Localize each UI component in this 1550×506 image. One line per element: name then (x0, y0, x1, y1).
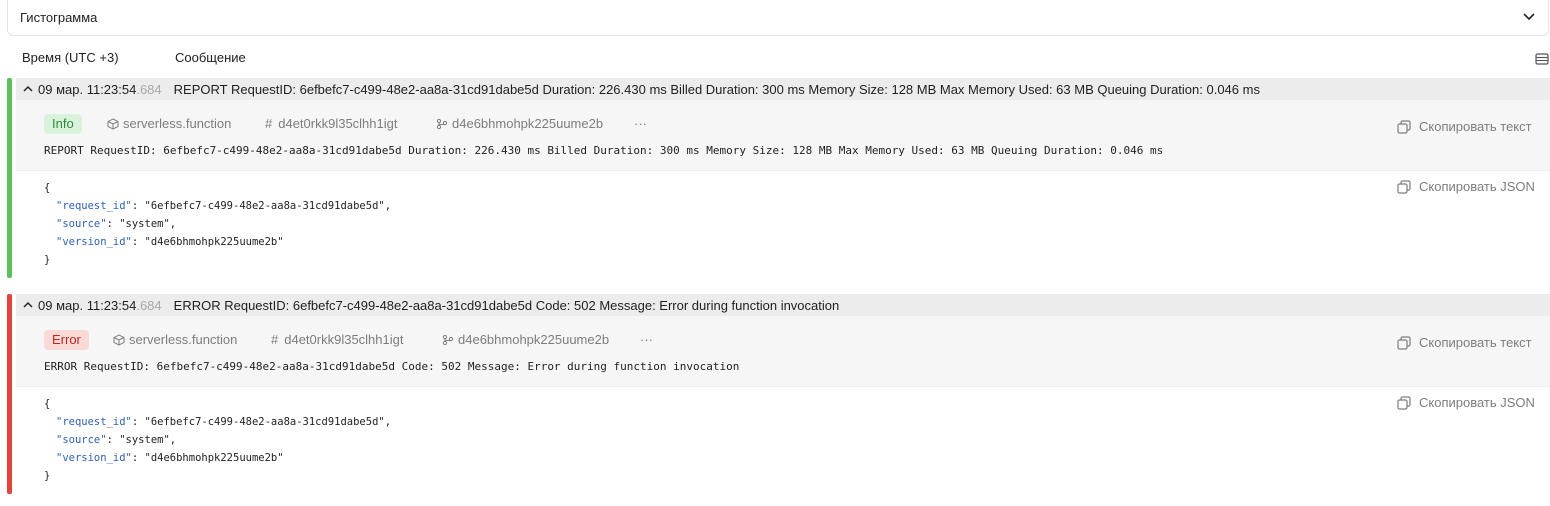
log-message-full: REPORT RequestID: 6efbefc7-c499-48e2-aa8… (44, 144, 1164, 157)
resource-id-label: d4et0rkk9l35clhh1igt (284, 332, 404, 347)
json-open-brace: { (44, 182, 51, 194)
copy-text-label: Скопировать текст (1419, 119, 1532, 134)
version-icon (442, 334, 454, 345)
version-label: d4e6bhmohpk225uume2b (452, 116, 604, 131)
copy-text-button[interactable]: Скопировать текст (1397, 119, 1532, 134)
level-indicator-bar (7, 78, 12, 278)
copy-json-button[interactable]: Скопировать JSON (1397, 395, 1535, 410)
level-badge: Info (44, 114, 82, 134)
resource-type[interactable]: serverless.function (113, 332, 237, 347)
copy-text-label: Скопировать текст (1419, 335, 1532, 350)
log-entry-details: Error serverless.function # d4et0rkk9l35… (16, 316, 1550, 387)
json-payload: Скопировать JSON { "request_id": "6efbefc… (16, 171, 1550, 278)
resource-type[interactable]: serverless.function (107, 116, 231, 131)
log-entry-header[interactable]: 09 мар. 11:23:54.684 ERROR RequestID: 6e… (16, 294, 1550, 316)
json-line-source: "source": "system", (56, 434, 177, 446)
chevron-up-icon[interactable] (22, 299, 34, 311)
resource-id[interactable]: # d4et0rkk9l35clhh1igt (265, 116, 397, 131)
copy-json-label: Скопировать JSON (1419, 395, 1535, 410)
histogram-panel[interactable]: Гистограмма (7, 0, 1549, 36)
resource-type-label: serverless.function (123, 116, 232, 131)
version-id[interactable]: d4e6bhmohpk225uume2b (442, 332, 609, 347)
json-code: { "request_id": "6efbefc7-c499-48e2-aa8a-… (44, 395, 391, 485)
log-entry-info: 09 мар. 11:23:54.684 REPORT RequestID: 6… (0, 78, 1550, 278)
json-code: { "request_id": "6efbefc7-c499-48e2-aa8a-… (44, 179, 391, 269)
version-icon (436, 118, 448, 129)
cube-icon (113, 333, 125, 346)
level-badge: Error (44, 330, 89, 350)
json-line-version-id: "version_id": "d4e6bhmohpk225uume2b" (56, 236, 284, 248)
hash-icon: # (271, 332, 279, 347)
json-line-request-id: "request_id": "6efbefc7-c499-48e2-aa8a-3… (56, 416, 392, 428)
resource-id-label: d4et0rkk9l35clhh1igt (278, 116, 398, 131)
copy-icon (1397, 335, 1411, 350)
log-message-summary: ERROR RequestID: 6efbefc7-c499-48e2-aa8a… (173, 297, 840, 313)
log-entry-details: Info serverless.function # d4et0rkk9l35c… (16, 100, 1550, 171)
resource-id[interactable]: # d4et0rkk9l35clhh1igt (271, 332, 403, 347)
column-header-time[interactable]: Время (UTC +3) (22, 50, 119, 65)
json-close-brace: } (44, 254, 51, 266)
version-label: d4e6bhmohpk225uume2b (458, 332, 610, 347)
log-message-summary: REPORT RequestID: 6efbefc7-c499-48e2-aa8… (173, 81, 1260, 97)
copy-icon (1397, 179, 1411, 194)
timestamp: 09 мар. 11:23:54.684 (38, 297, 162, 313)
more-menu-button[interactable]: ··· (634, 116, 647, 131)
timestamp: 09 мар. 11:23:54.684 (38, 81, 162, 97)
cube-icon (107, 117, 119, 130)
json-line-version-id: "version_id": "d4e6bhmohpk225uume2b" (56, 452, 284, 464)
histogram-title: Гистограмма (20, 10, 98, 25)
log-entry-header[interactable]: 09 мар. 11:23:54.684 REPORT RequestID: 6… (16, 78, 1550, 100)
json-line-source: "source": "system", (56, 218, 177, 230)
copy-icon (1397, 119, 1411, 134)
hash-icon: # (265, 116, 273, 131)
copy-icon (1397, 395, 1411, 410)
log-table-header: Время (UTC +3) Сообщение (0, 50, 1550, 66)
log-entry-error: 09 мар. 11:23:54.684 ERROR RequestID: 6e… (0, 294, 1550, 494)
json-line-request-id: "request_id": "6efbefc7-c499-48e2-aa8a-3… (56, 200, 392, 212)
chevron-up-icon[interactable] (22, 83, 34, 95)
more-menu-button[interactable]: ··· (640, 332, 653, 347)
version-id[interactable]: d4e6bhmohpk225uume2b (436, 116, 603, 131)
log-message-full: ERROR RequestID: 6efbefc7-c499-48e2-aa8a… (44, 360, 740, 373)
json-payload: Скопировать JSON { "request_id": "6efbefc… (16, 387, 1550, 494)
json-open-brace: { (44, 398, 51, 410)
copy-json-label: Скопировать JSON (1419, 179, 1535, 194)
copy-json-button[interactable]: Скопировать JSON (1397, 179, 1535, 194)
level-indicator-bar (7, 294, 12, 494)
json-close-brace: } (44, 470, 51, 482)
copy-text-button[interactable]: Скопировать текст (1397, 335, 1532, 350)
table-settings-icon[interactable] (1535, 52, 1549, 66)
resource-type-label: serverless.function (129, 332, 238, 347)
chevron-down-icon[interactable] (1522, 9, 1536, 26)
column-header-message[interactable]: Сообщение (175, 50, 246, 65)
